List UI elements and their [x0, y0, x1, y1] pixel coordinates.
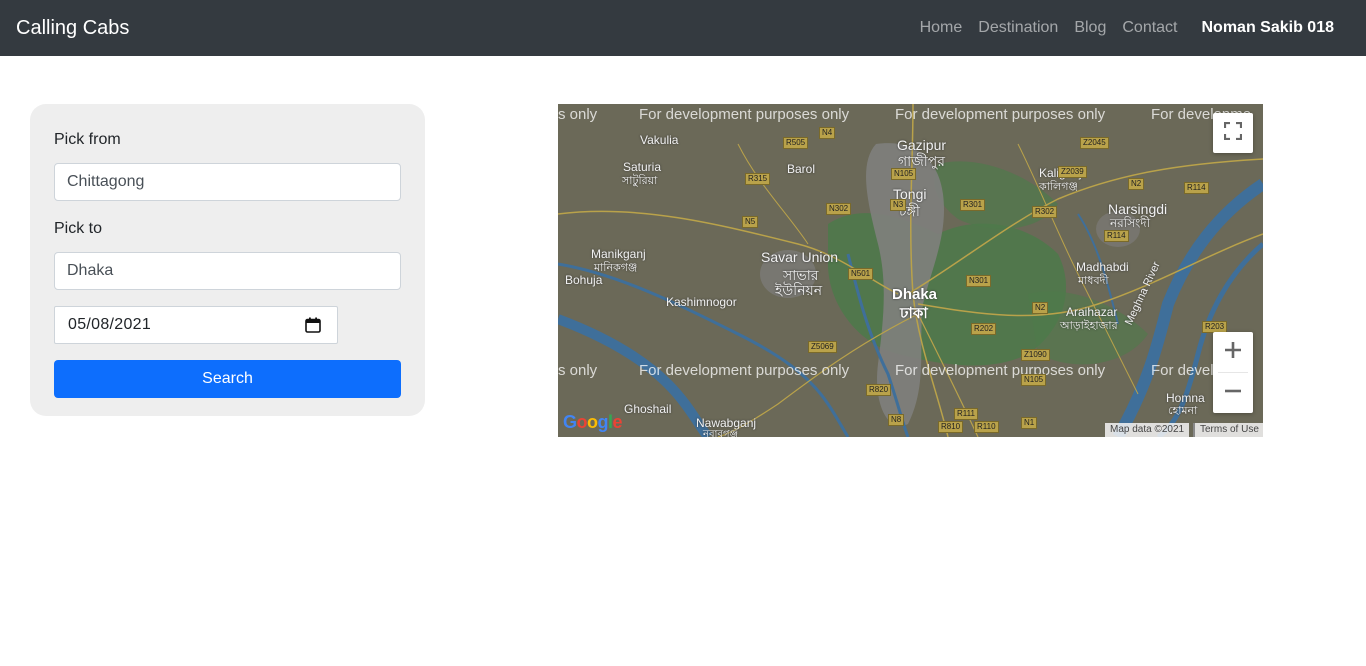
pick-to-input[interactable]: Dhaka	[54, 252, 401, 290]
fullscreen-icon	[1223, 121, 1243, 145]
map-label: নবাবগঞ্জ	[703, 429, 739, 437]
nav-link-blog[interactable]: Blog	[1066, 0, 1114, 56]
search-form-card: Pick from Chittagong Pick to Dhaka 05/08…	[30, 104, 425, 416]
road-shield: N8	[888, 414, 905, 426]
dev-watermark: For development purposes only	[639, 362, 850, 379]
minus-icon	[1224, 382, 1242, 405]
road-shield: R110	[974, 421, 999, 433]
zoom-control	[1213, 332, 1253, 413]
nav-link-destination[interactable]: Destination	[970, 0, 1066, 56]
plus-icon	[1224, 341, 1242, 364]
terms-of-use-link[interactable]: Terms of Use	[1193, 423, 1263, 437]
date-value: 05/08/2021	[68, 316, 152, 333]
road-shield: N501	[848, 268, 874, 280]
map-data-attribution: Map data ©2021	[1105, 423, 1190, 437]
search-button[interactable]: Search	[54, 360, 401, 398]
road-shield: N3	[890, 199, 907, 211]
road-shield: R114	[1104, 230, 1129, 242]
road-shield: Z1090	[1021, 349, 1050, 361]
road-shield: R111	[954, 408, 978, 420]
zoom-in-button[interactable]	[1213, 332, 1253, 372]
user-name[interactable]: Noman Sakib 018	[1194, 0, 1343, 56]
map-label: আড়াইহাজার	[1060, 320, 1118, 332]
map-label: Ghoshail	[624, 402, 672, 416]
google-logo[interactable]: Google	[563, 412, 623, 433]
pick-from-input[interactable]: Chittagong	[54, 163, 401, 201]
fullscreen-button[interactable]	[1213, 113, 1253, 153]
road-shield: N5	[742, 216, 759, 228]
road-shield: Z5069	[808, 341, 837, 353]
navbar: Calling Cabs Home Destination Blog Conta…	[0, 0, 1366, 56]
date-input[interactable]: 05/08/2021	[54, 306, 338, 344]
road-shield: R202	[971, 323, 997, 335]
dev-watermark: For development purposes only	[895, 362, 1106, 379]
road-shield: N301	[966, 275, 992, 287]
road-shield: N1	[1021, 417, 1038, 429]
road-shield: R505	[783, 137, 809, 149]
road-shield: N105	[1021, 374, 1047, 386]
map-label: Kashimnogor	[666, 295, 737, 309]
road-shield: R301	[960, 199, 986, 211]
road-shield: R114	[1184, 182, 1209, 194]
road-shield: N302	[826, 203, 852, 215]
map-label: Bohuja	[565, 273, 603, 287]
pick-from-label: Pick from	[54, 131, 121, 148]
road-shield: R810	[938, 421, 964, 433]
road-shield: R315	[745, 173, 771, 185]
nav-link-home[interactable]: Home	[912, 0, 971, 56]
map-label: মাধবদী	[1078, 275, 1109, 287]
google-map[interactable]: s only For development purposes only For…	[558, 104, 1263, 437]
map-label: কালিগঞ্জ	[1039, 181, 1078, 193]
map-label: Barol	[787, 162, 816, 176]
road-shield: N2	[1032, 302, 1049, 314]
dev-watermark: s only	[558, 106, 598, 123]
nav-link-contact[interactable]: Contact	[1114, 0, 1185, 56]
dev-watermark: For development purposes only	[895, 106, 1106, 123]
map-label: ঢাকা	[900, 305, 928, 322]
road-shield: N2	[1128, 178, 1145, 190]
map-label: হোমনা	[1168, 405, 1198, 417]
dev-watermark: s only	[558, 362, 598, 379]
road-shield: N4	[819, 127, 836, 139]
pick-to-label: Pick to	[54, 220, 103, 237]
road-shield: R820	[866, 384, 892, 396]
nav-links: Home Destination Blog Contact Noman Saki…	[912, 0, 1342, 56]
dev-watermark: For development purposes only	[639, 106, 850, 123]
zoom-out-button[interactable]	[1213, 373, 1253, 413]
calendar-icon[interactable]	[305, 317, 321, 333]
road-shield: N105	[891, 168, 917, 180]
map-label: সাটুরিয়া	[622, 175, 658, 187]
map-label: Savar Union	[761, 249, 839, 265]
brand-logo[interactable]: Calling Cabs	[16, 17, 129, 40]
map-label: ইউনিয়ন	[775, 282, 823, 298]
road-shield: Z2045	[1080, 137, 1109, 149]
road-shield: R302	[1032, 206, 1058, 218]
road-shield: Z2039	[1058, 166, 1087, 178]
map-label: Vakulia	[640, 133, 679, 147]
map-label-dhaka: Dhaka	[892, 286, 938, 303]
